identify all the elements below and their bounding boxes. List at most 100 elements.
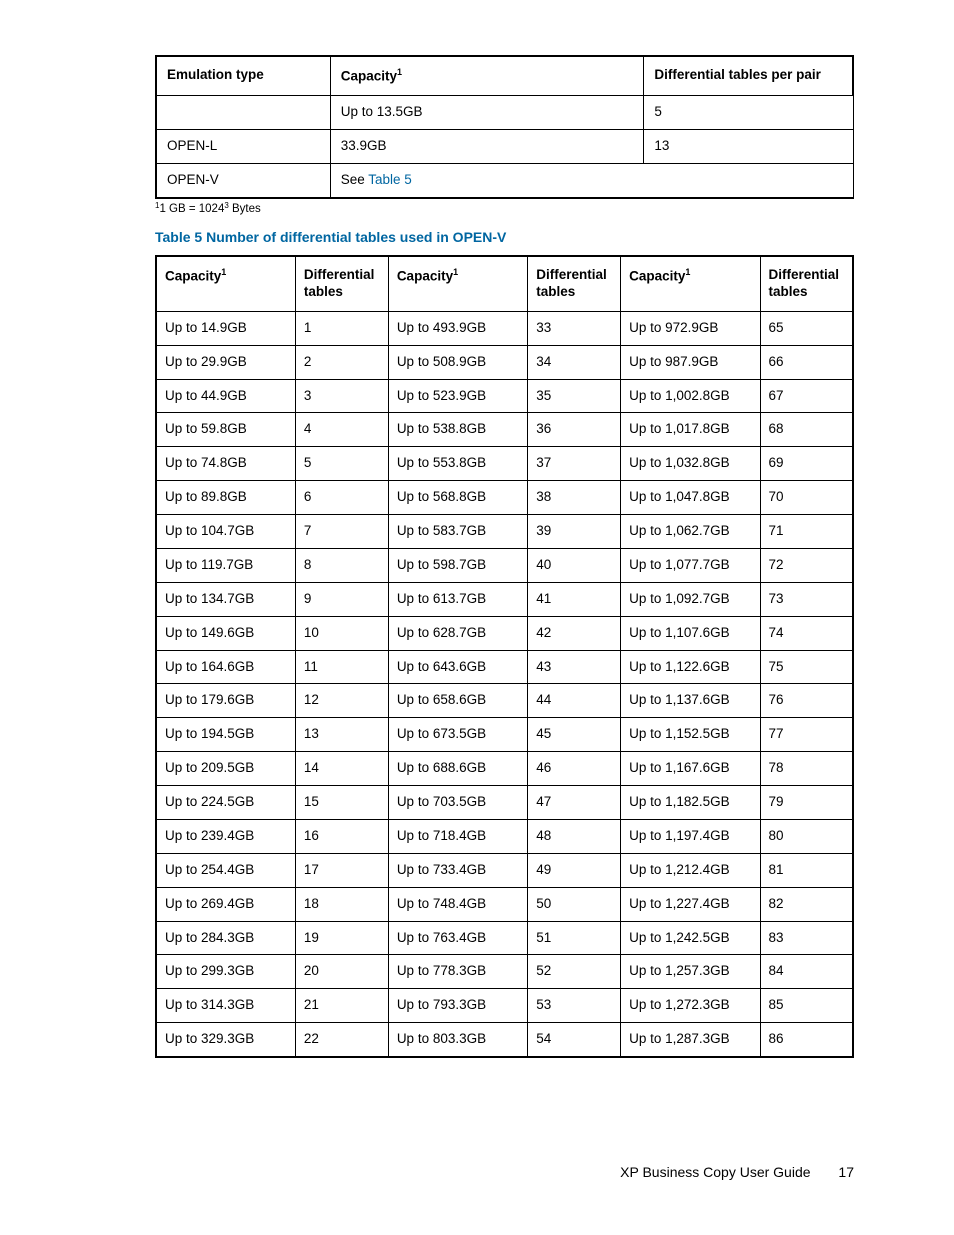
t2-cell-capacity: Up to 1,257.3GB — [621, 955, 760, 989]
t2-cell-capacity: Up to 803.3GB — [388, 1023, 527, 1057]
t2-cell-capacity: Up to 538.8GB — [388, 413, 527, 447]
t2-cell-diff-tables: 44 — [528, 684, 621, 718]
t2-cell-diff-tables: 53 — [528, 989, 621, 1023]
t2-cell-diff-tables: 86 — [760, 1023, 853, 1057]
t2-cell-diff-tables: 3 — [295, 379, 388, 413]
table5-crossref-link[interactable]: Table 5 — [368, 172, 412, 187]
t2-cell-capacity: Up to 1,062.7GB — [621, 515, 760, 549]
t2-cell-capacity: Up to 314.3GB — [156, 989, 295, 1023]
t2-cell-diff-tables: 43 — [528, 650, 621, 684]
footnote-text-2: Bytes — [229, 203, 261, 215]
t2-cell-capacity: Up to 1,032.8GB — [621, 447, 760, 481]
t2-cell-capacity: Up to 1,122.6GB — [621, 650, 760, 684]
t2-cell-diff-tables: 85 — [760, 989, 853, 1023]
t2-cell-diff-tables: 1 — [295, 311, 388, 345]
t2-cell-capacity: Up to 778.3GB — [388, 955, 527, 989]
t2-cell-diff-tables: 71 — [760, 515, 853, 549]
t2-cell-diff-tables: 72 — [760, 548, 853, 582]
th-diff-tables-per-pair: Differential tables per pair — [644, 56, 853, 96]
t2-cell-capacity: Up to 568.8GB — [388, 481, 527, 515]
footer-title: XP Business Copy User Guide — [620, 1164, 810, 1180]
t2-cell-capacity: Up to 1,137.6GB — [621, 684, 760, 718]
t2-cell-capacity: Up to 748.4GB — [388, 887, 527, 921]
t2-cell-capacity: Up to 688.6GB — [388, 752, 527, 786]
t2-cell-capacity: Up to 1,077.7GB — [621, 548, 760, 582]
t2-cell-diff-tables: 77 — [760, 718, 853, 752]
t2-cell-capacity: Up to 1,167.6GB — [621, 752, 760, 786]
t2-cell-capacity: Up to 987.9GB — [621, 345, 760, 379]
t2-cell-diff-tables: 46 — [528, 752, 621, 786]
t2-cell-capacity: Up to 254.4GB — [156, 853, 295, 887]
t2-cell-diff-tables: 49 — [528, 853, 621, 887]
t2-cell-capacity: Up to 1,287.3GB — [621, 1023, 760, 1057]
t2-th-capacity: Capacity1 — [621, 256, 760, 311]
t2-cell-diff-tables: 66 — [760, 345, 853, 379]
th-emulation-type: Emulation type — [156, 56, 330, 96]
t1-cell-emulation: OPEN-L — [156, 130, 330, 164]
t2-cell-capacity: Up to 299.3GB — [156, 955, 295, 989]
t2-cell-capacity: Up to 224.5GB — [156, 786, 295, 820]
t2-cell-capacity: Up to 793.3GB — [388, 989, 527, 1023]
footnote-sup-1: 1 — [155, 201, 159, 210]
footnote-text-1: 1 GB = 1024 — [159, 203, 224, 215]
th-capacity-label: Capacity — [341, 69, 397, 84]
t2-cell-diff-tables: 80 — [760, 819, 853, 853]
t2-cell-capacity: Up to 209.5GB — [156, 752, 295, 786]
t2-cell-diff-tables: 78 — [760, 752, 853, 786]
t2-cell-capacity: Up to 643.6GB — [388, 650, 527, 684]
t2-cell-capacity: Up to 14.9GB — [156, 311, 295, 345]
t2-cell-diff-tables: 8 — [295, 548, 388, 582]
t2-cell-capacity: Up to 1,272.3GB — [621, 989, 760, 1023]
t1-cell-capacity: 33.9GB — [330, 130, 644, 164]
t2-th-diff-tables: Differen­tial tables — [760, 256, 853, 311]
t2-cell-diff-tables: 5 — [295, 447, 388, 481]
t2-cell-diff-tables: 83 — [760, 921, 853, 955]
t2-cell-capacity: Up to 164.6GB — [156, 650, 295, 684]
t2-cell-diff-tables: 76 — [760, 684, 853, 718]
t2-cell-capacity: Up to 613.7GB — [388, 582, 527, 616]
t2-cell-capacity: Up to 673.5GB — [388, 718, 527, 752]
t2-cell-diff-tables: 15 — [295, 786, 388, 820]
t2-cell-diff-tables: 81 — [760, 853, 853, 887]
t2-cell-capacity: Up to 119.7GB — [156, 548, 295, 582]
t2-cell-diff-tables: 50 — [528, 887, 621, 921]
t2-cell-capacity: Up to 1,017.8GB — [621, 413, 760, 447]
t2-cell-diff-tables: 22 — [295, 1023, 388, 1057]
emulation-type-table: Emulation type Capacity1 Differential ta… — [155, 55, 854, 199]
t1-cell-emulation: OPEN-V — [156, 164, 330, 198]
t2-cell-capacity: Up to 493.9GB — [388, 311, 527, 345]
t2-cell-capacity: Up to 763.4GB — [388, 921, 527, 955]
t2-th-diff-tables: Differen­tial tables — [295, 256, 388, 311]
t2-cell-diff-tables: 84 — [760, 955, 853, 989]
t2-cell-diff-tables: 13 — [295, 718, 388, 752]
t2-cell-capacity: Up to 44.9GB — [156, 379, 295, 413]
t2-cell-capacity: Up to 194.5GB — [156, 718, 295, 752]
t2-cell-capacity: Up to 149.6GB — [156, 616, 295, 650]
page-footer: XP Business Copy User Guide 17 — [620, 1164, 854, 1180]
t2-cell-capacity: Up to 718.4GB — [388, 819, 527, 853]
t2-cell-capacity: Up to 972.9GB — [621, 311, 760, 345]
footnote-sup-2: 3 — [224, 201, 228, 210]
t2-cell-capacity: Up to 29.9GB — [156, 345, 295, 379]
t1-cell-diff-pair: 5 — [644, 96, 853, 130]
t2-cell-diff-tables: 39 — [528, 515, 621, 549]
th-capacity-sup: 1 — [397, 67, 402, 77]
t2-cell-diff-tables: 45 — [528, 718, 621, 752]
t1-cell-emulation — [156, 96, 330, 130]
t2-cell-diff-tables: 37 — [528, 447, 621, 481]
t2-cell-capacity: Up to 583.7GB — [388, 515, 527, 549]
t2-cell-diff-tables: 74 — [760, 616, 853, 650]
t2-cell-diff-tables: 33 — [528, 311, 621, 345]
t2-cell-diff-tables: 36 — [528, 413, 621, 447]
t2-cell-capacity: Up to 1,197.4GB — [621, 819, 760, 853]
t2-cell-diff-tables: 47 — [528, 786, 621, 820]
t2-cell-capacity: Up to 134.7GB — [156, 582, 295, 616]
t2-cell-diff-tables: 9 — [295, 582, 388, 616]
open-v-diff-tables: Capacity1Differen­tial tablesCapacity1Di… — [155, 255, 854, 1058]
t2-cell-diff-tables: 41 — [528, 582, 621, 616]
t1-cell-see-link: See Table 5 — [330, 164, 853, 198]
t2-cell-capacity: Up to 658.6GB — [388, 684, 527, 718]
t2-cell-diff-tables: 19 — [295, 921, 388, 955]
t2-cell-diff-tables: 48 — [528, 819, 621, 853]
t2-cell-diff-tables: 10 — [295, 616, 388, 650]
